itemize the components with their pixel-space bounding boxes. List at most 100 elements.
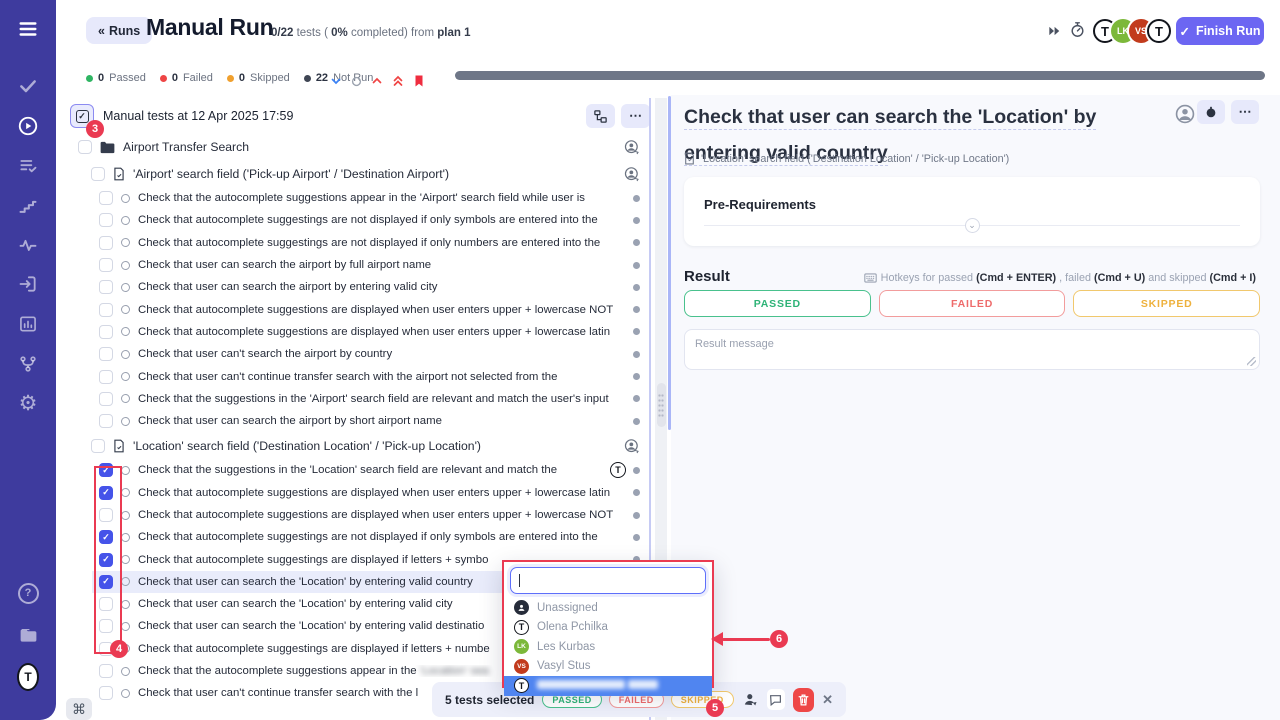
status-circle-icon[interactable] (121, 600, 130, 609)
status-circle-icon[interactable] (121, 466, 130, 475)
time-tracker-icon[interactable] (1197, 100, 1225, 124)
row-title[interactable]: Check that autocomplete suggestions are … (138, 487, 633, 499)
finish-run-button[interactable]: ✓ Finish Run (1176, 17, 1264, 45)
row-checkbox[interactable] (99, 191, 113, 205)
chevron-down-icon[interactable] (330, 75, 342, 87)
circle-icon[interactable] (351, 76, 362, 87)
hamburger-menu-icon[interactable] (17, 18, 39, 40)
timer-icon[interactable] (1069, 21, 1086, 38)
test-row[interactable]: Check that the autocomplete suggestions … (72, 187, 649, 209)
status-circle-icon[interactable] (121, 667, 130, 676)
assignee-option[interactable]: Unassigned (504, 598, 712, 618)
test-row[interactable]: ✓Check that autocomplete suggestions are… (72, 482, 649, 504)
result-skipped-button[interactable]: SKIPPED (1073, 290, 1260, 317)
folder-row[interactable]: Airport Transfer Search (72, 134, 649, 160)
status-circle-icon[interactable] (121, 305, 130, 314)
row-title[interactable]: Check that autocomplete suggestings are … (138, 237, 633, 249)
settings-gear-icon[interactable]: ⚙ (17, 392, 39, 414)
test-row[interactable]: Check that autocomplete suggestings are … (72, 209, 649, 231)
status-circle-icon[interactable] (121, 261, 130, 270)
test-plans-list-icon[interactable] (17, 155, 39, 177)
test-row[interactable]: Check that autocomplete suggestings are … (72, 232, 649, 254)
row-checkbox[interactable] (99, 686, 113, 700)
result-message-input[interactable]: Result message (684, 329, 1260, 370)
test-row[interactable]: Check that user can't search the airport… (72, 343, 649, 365)
traceability-branch-icon[interactable] (17, 353, 39, 375)
row-checkbox[interactable] (91, 439, 105, 453)
row-title[interactable]: Check that autocomplete suggestions are … (138, 304, 633, 316)
row-title[interactable]: Check that user can't search the airport… (138, 348, 633, 360)
status-circle-icon[interactable] (121, 394, 130, 403)
row-title[interactable]: Check that autocomplete suggestings are … (138, 214, 633, 226)
row-checkbox[interactable] (99, 325, 113, 339)
tree-view-button[interactable] (586, 104, 615, 128)
delete-button[interactable] (793, 688, 814, 712)
status-circle-icon[interactable] (121, 533, 130, 542)
import-box-icon[interactable] (17, 273, 39, 295)
projects-folder-icon[interactable] (17, 624, 39, 646)
stat-passed[interactable]: 0Passed (86, 72, 146, 84)
bookmark-icon[interactable] (413, 74, 425, 88)
test-row[interactable]: Check that user can't continue transfer … (72, 365, 649, 387)
row-checkbox[interactable] (99, 280, 113, 294)
test-row[interactable]: Check that user can search the airport b… (72, 410, 649, 432)
row-title[interactable]: Check that the suggestions in the 'Airpo… (138, 393, 633, 405)
test-row[interactable]: Check that the suggestions in the 'Airpo… (72, 388, 649, 410)
row-checkbox[interactable] (99, 414, 113, 428)
row-checkbox[interactable] (99, 392, 113, 406)
result-failed-button[interactable]: FAILED (879, 290, 1066, 317)
row-checkbox[interactable] (99, 213, 113, 227)
keyboard-shortcuts-button[interactable]: ⌘ (66, 698, 92, 720)
test-cases-check-icon[interactable] (17, 75, 39, 97)
more-options-button[interactable]: ⋯ (621, 104, 650, 128)
scrollbar-thumb[interactable] (657, 383, 666, 427)
assign-user-icon[interactable] (624, 166, 640, 182)
comment-icon[interactable] (767, 689, 785, 710)
row-checkbox[interactable] (99, 664, 113, 678)
test-row[interactable]: Check that autocomplete suggestions are … (72, 504, 649, 526)
test-row[interactable]: Check that user can search the airport b… (72, 254, 649, 276)
row-title[interactable]: Check that the suggestions in the 'Locat… (138, 464, 610, 476)
status-circle-icon[interactable] (121, 216, 130, 225)
row-checkbox[interactable] (91, 167, 105, 181)
close-icon[interactable]: ✕ (822, 692, 833, 708)
detail-more-button[interactable]: ⋯ (1231, 100, 1259, 124)
help-icon[interactable]: ? (17, 582, 39, 604)
assignee-option[interactable]: VSVasyl Stus (504, 657, 712, 677)
test-row[interactable]: Check that autocomplete suggestions are … (72, 321, 649, 343)
test-row[interactable]: Check that autocomplete suggestions are … (72, 298, 649, 320)
assignee-search-input[interactable] (510, 567, 706, 594)
row-title[interactable]: Check that autocomplete suggestions are … (138, 509, 633, 521)
row-checkbox[interactable] (99, 370, 113, 384)
row-title[interactable]: 'Location' search field ('Destination Lo… (133, 439, 624, 453)
reports-chart-icon[interactable] (17, 313, 39, 335)
status-circle-icon[interactable] (121, 689, 130, 698)
row-checkbox[interactable] (99, 258, 113, 272)
user-avatar[interactable]: T (17, 666, 39, 688)
status-circle-icon[interactable] (121, 194, 130, 203)
row-title[interactable]: Airport Transfer Search (123, 140, 624, 154)
stat-failed[interactable]: 0Failed (160, 72, 213, 84)
row-title[interactable]: 'Airport' search field ('Pick-up Airport… (133, 167, 624, 181)
detail-suite-breadcrumb[interactable]: 'Location' search field ('Destination Lo… (684, 152, 1009, 165)
status-circle-icon[interactable] (121, 622, 130, 631)
status-circle-icon[interactable] (121, 488, 130, 497)
row-title[interactable]: Check that user can search the airport b… (138, 259, 633, 271)
section-row[interactable]: 'Airport' search field ('Pick-up Airport… (72, 160, 649, 187)
row-title[interactable]: Check that autocomplete suggestings are … (138, 531, 633, 543)
chevron-up-icon[interactable] (371, 75, 383, 87)
row-checkbox[interactable] (78, 140, 92, 154)
status-circle-icon[interactable] (121, 417, 130, 426)
status-circle-icon[interactable] (121, 372, 130, 381)
row-title[interactable]: Check that user can't continue transfer … (138, 371, 633, 383)
test-row[interactable]: Check that user can search the airport b… (72, 276, 649, 298)
back-to-runs-button[interactable]: « Runs (86, 17, 152, 44)
milestones-stairs-icon[interactable] (17, 195, 39, 217)
assignee-option[interactable]: TOlena Pchilka (504, 618, 712, 638)
test-row[interactable]: ✓Check that the suggestions in the 'Loca… (72, 459, 649, 481)
assign-user-icon[interactable] (624, 139, 640, 155)
status-circle-icon[interactable] (121, 327, 130, 336)
resize-handle-icon[interactable] (1247, 357, 1256, 366)
test-row[interactable]: ✓Check that autocomplete suggestings are… (72, 526, 649, 548)
status-circle-icon[interactable] (121, 238, 130, 247)
